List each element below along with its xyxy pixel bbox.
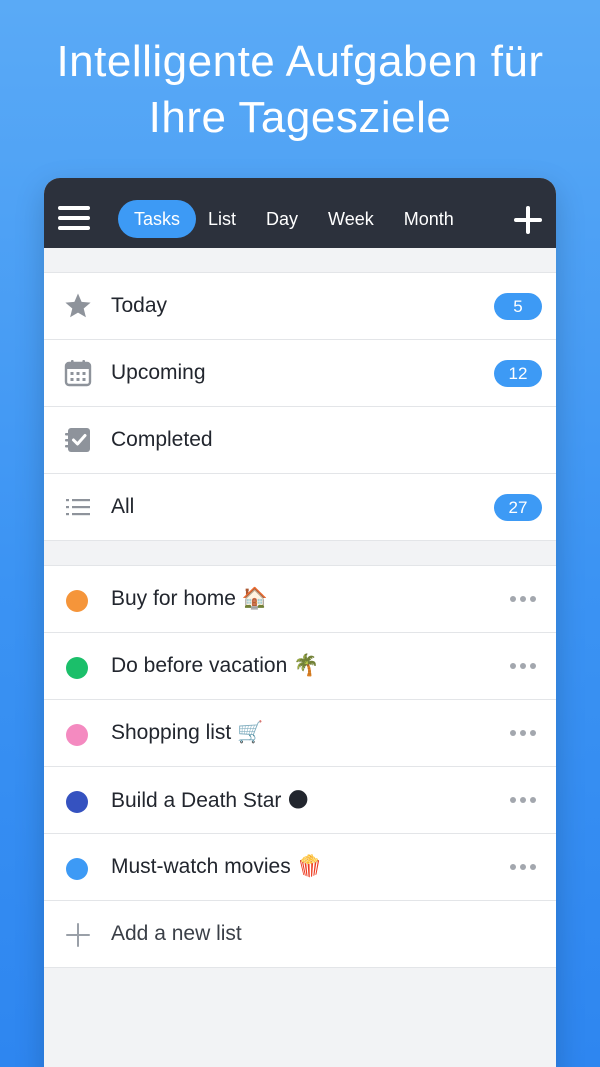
app-window: Tasks List Day Week Month Today 5 Upcomi… (44, 178, 556, 1067)
tab-day[interactable]: Day (254, 200, 310, 238)
color-dot (66, 657, 88, 679)
plus-icon[interactable] (514, 206, 542, 234)
smart-list-label: Today (111, 294, 168, 317)
list-item[interactable]: Shopping list 🛒 (44, 700, 556, 767)
hamburger-icon[interactable] (58, 206, 90, 230)
headline-line-1: Intelligente Aufgaben für (56, 37, 544, 86)
color-dot (66, 724, 88, 746)
headline: Intelligente Aufgaben für Ihre Tagesziel… (0, 34, 600, 146)
list-label: Must-watch movies 🍿 (111, 855, 323, 878)
smart-list-completed[interactable]: Completed (44, 407, 556, 474)
add-list-button[interactable]: Add a new list (44, 901, 556, 968)
view-tabs: Tasks List Day Week Month (118, 200, 472, 238)
list-label: Build a Death Star 🌑 (111, 788, 310, 812)
list-item[interactable]: Buy for home 🏠 (44, 566, 556, 633)
calendar-icon (64, 360, 92, 387)
list-label: Shopping list 🛒 (111, 721, 264, 744)
checklist-icon (65, 428, 90, 452)
smart-list-today[interactable]: Today 5 (44, 273, 556, 340)
smart-list-upcoming[interactable]: Upcoming 12 (44, 340, 556, 407)
headline-line-2: Ihre Tagesziele (148, 93, 452, 142)
star-icon (65, 293, 91, 318)
count-badge: 12 (494, 360, 542, 387)
tab-tasks[interactable]: Tasks (118, 200, 197, 238)
count-badge: 27 (494, 494, 542, 521)
color-dot (66, 590, 88, 612)
user-lists: Buy for home 🏠 Do before vacation 🌴 Shop… (44, 565, 556, 968)
more-icon[interactable] (510, 796, 536, 804)
color-dot (66, 858, 88, 880)
tab-list[interactable]: List (196, 200, 248, 238)
smart-list-label: Upcoming (111, 361, 206, 384)
color-dot (66, 791, 88, 813)
list-item[interactable]: Must-watch movies 🍿 (44, 834, 556, 901)
tab-week[interactable]: Week (316, 200, 386, 238)
smart-lists: Today 5 Upcoming 12 Completed All 27 (44, 272, 556, 541)
smart-list-label: All (111, 495, 135, 518)
top-bar: Tasks List Day Week Month (44, 178, 556, 248)
more-icon[interactable] (510, 863, 536, 871)
more-icon[interactable] (510, 662, 536, 670)
smart-list-label: Completed (111, 428, 213, 451)
more-icon[interactable] (510, 595, 536, 603)
more-icon[interactable] (510, 729, 536, 737)
list-label: Buy for home 🏠 (111, 587, 268, 610)
tab-month[interactable]: Month (392, 200, 466, 238)
smart-list-all[interactable]: All 27 (44, 474, 556, 541)
add-list-label: Add a new list (111, 922, 242, 945)
add-icon (66, 923, 90, 947)
count-badge: 5 (494, 293, 542, 320)
list-item[interactable]: Build a Death Star 🌑 (44, 767, 556, 834)
list-label: Do before vacation 🌴 (111, 654, 320, 677)
list-icon (66, 499, 90, 516)
list-item[interactable]: Do before vacation 🌴 (44, 633, 556, 700)
